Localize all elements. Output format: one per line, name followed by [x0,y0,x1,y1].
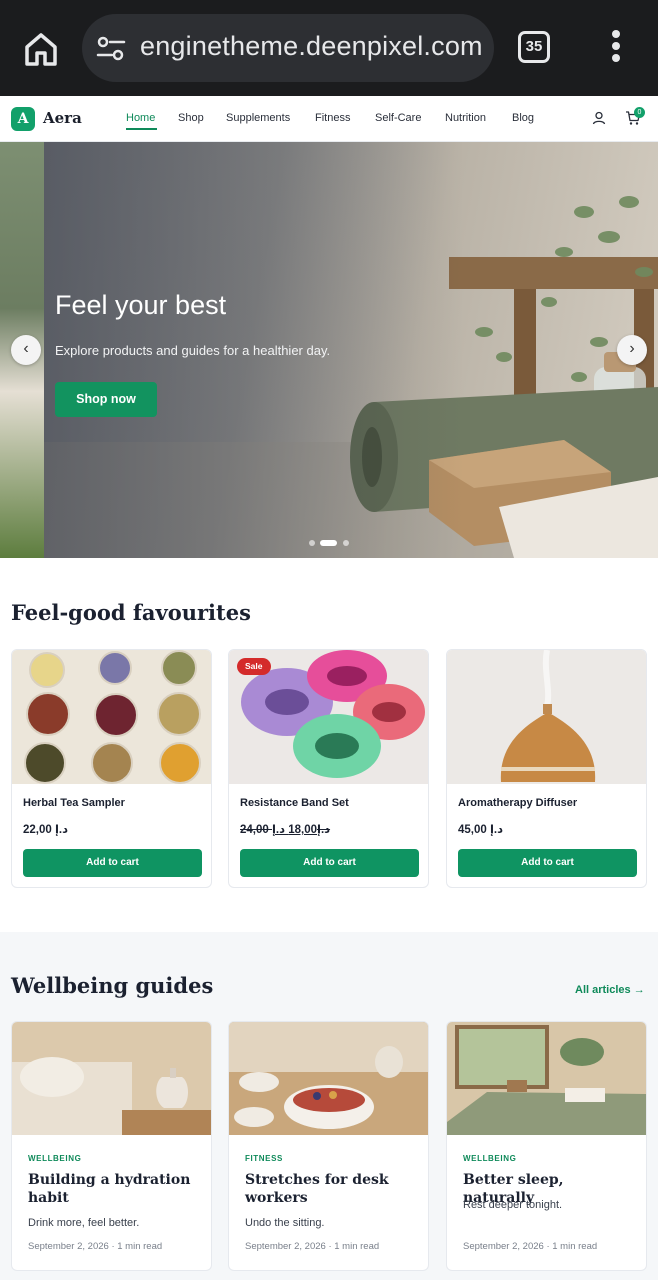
guides-title: Wellbeing guides [11,973,214,998]
nav-self-care[interactable]: Self-Care [375,112,421,124]
hero-subtitle: Explore products and guides for a health… [55,343,331,358]
article-meta: September 2, 2026 · 1 min read [245,1241,380,1252]
nav-home[interactable]: Home [126,112,155,124]
aromatherapy-diffuser-image[interactable] [447,650,647,784]
logo-badge[interactable]: A [11,107,35,131]
cart-count-badge: 0 [634,107,645,118]
stretches-article-image[interactable] [229,1022,429,1135]
shop-now-button[interactable]: Shop now [55,382,157,417]
article-meta: September 2, 2026 · 1 min read [463,1241,598,1252]
article-category: FITNESS [245,1154,283,1163]
carousel-dot-2-active[interactable] [320,540,337,546]
nav-shop[interactable]: Shop [178,112,204,124]
carousel-dot-1[interactable] [309,540,315,546]
article-title[interactable]: Stretches for desk workers [245,1171,420,1207]
more-menu-icon[interactable] [608,30,624,66]
product-name[interactable]: Resistance Band Set [240,797,349,809]
add-to-cart-button[interactable]: Add to cart [458,849,637,877]
article-card[interactable]: FITNESS Stretches for desk workers Undo … [228,1021,429,1271]
product-price: 22,00 د.إ [23,822,68,836]
logo-name[interactable]: Aera [43,109,82,127]
article-meta: September 2, 2026 · 1 min read [28,1241,163,1252]
article-category: WELLBEING [28,1154,82,1163]
tab-switcher-button[interactable]: 35 [518,31,550,63]
site-header: A Aera Home Shop Supplements Fitness Sel… [0,96,658,142]
product-card[interactable]: Aromatherapy Diffuser 45,00 د.إ Add to c… [446,649,647,888]
current-price: 22,00 د.إ [23,824,69,836]
url-text: enginetheme.deenpixel.com [140,31,483,61]
home-icon[interactable] [22,30,60,68]
sleep-article-image[interactable] [447,1022,647,1135]
address-bar[interactable]: enginetheme.deenpixel.com [82,14,494,82]
product-card[interactable]: Sale Resistance Band Set 24,00 د.إ18,00 … [228,649,429,888]
add-to-cart-button[interactable]: Add to cart [240,849,419,877]
sale-badge: Sale [237,658,271,675]
product-price: 24,00 د.إ18,00 د.إ [240,822,335,836]
article-category: WELLBEING [463,1154,517,1163]
hydration-article-image[interactable] [12,1022,212,1135]
browser-toolbar: enginetheme.deenpixel.com 35 [0,0,658,96]
add-to-cart-button[interactable]: Add to cart [23,849,202,877]
hero-title: Feel your best [55,290,227,320]
hero-carousel: Feel your best Explore products and guid… [0,142,658,558]
carousel-next-button[interactable]: › [617,335,647,365]
article-excerpt: Drink more, feel better. [28,1217,140,1229]
product-price: 45,00 د.إ [458,822,503,836]
product-card[interactable]: Herbal Tea Sampler 22,00 د.إ Add to cart [11,649,212,888]
product-name[interactable]: Herbal Tea Sampler [23,797,125,809]
article-excerpt: Rest deeper tonight. [463,1199,563,1211]
sale-price: 18,00 د.إ [271,824,317,836]
article-card[interactable]: WELLBEING Better sleep, naturally Rest d… [446,1021,647,1271]
product-name[interactable]: Aromatherapy Diffuser [458,797,577,809]
site-settings-icon[interactable] [96,34,126,64]
article-card[interactable]: WELLBEING Building a hydration habit Dri… [11,1021,212,1271]
herbal-tea-image[interactable] [12,650,212,784]
favourites-title: Feel-good favourites [11,600,251,625]
carousel-dot-3[interactable] [343,540,349,546]
carousel-prev-button[interactable]: ‹ [11,335,41,365]
nav-blog[interactable]: Blog [512,112,534,124]
article-excerpt: Undo the sitting. [245,1217,325,1229]
nav-nutrition[interactable]: Nutrition [445,112,486,124]
all-articles-link[interactable]: All articles → [575,984,645,996]
current-price: 45,00 د.إ [458,824,504,836]
article-title[interactable]: Building a hydration habit [28,1171,203,1207]
nav-active-underline [126,128,157,130]
nav-fitness[interactable]: Fitness [315,112,350,124]
account-icon[interactable] [592,111,606,125]
nav-supplements[interactable]: Supplements [226,112,290,124]
